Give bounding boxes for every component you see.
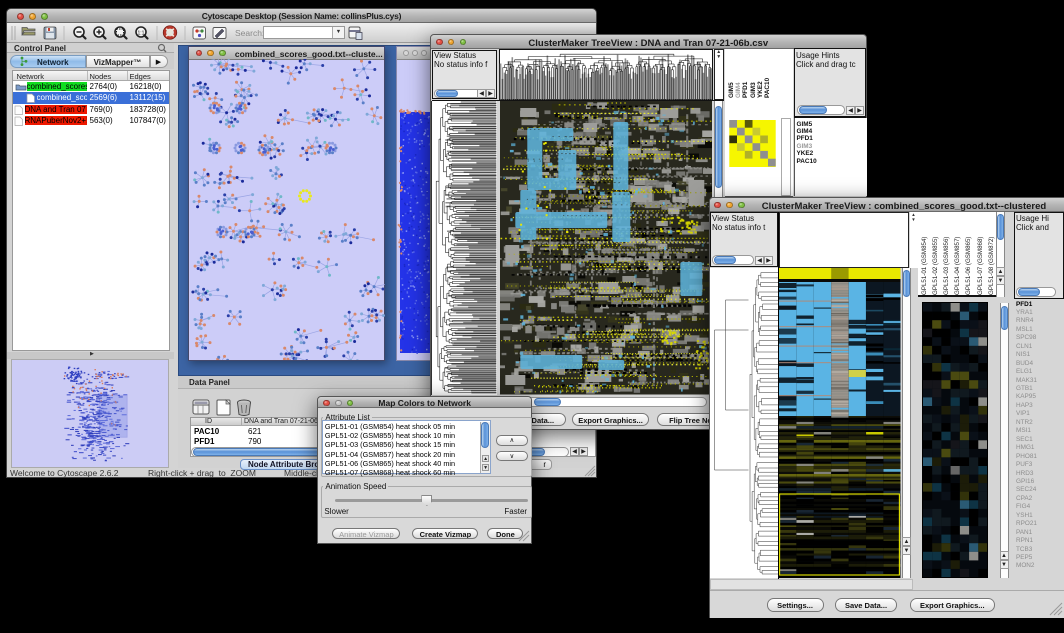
svg-text:1:1: 1:1 — [138, 30, 145, 36]
